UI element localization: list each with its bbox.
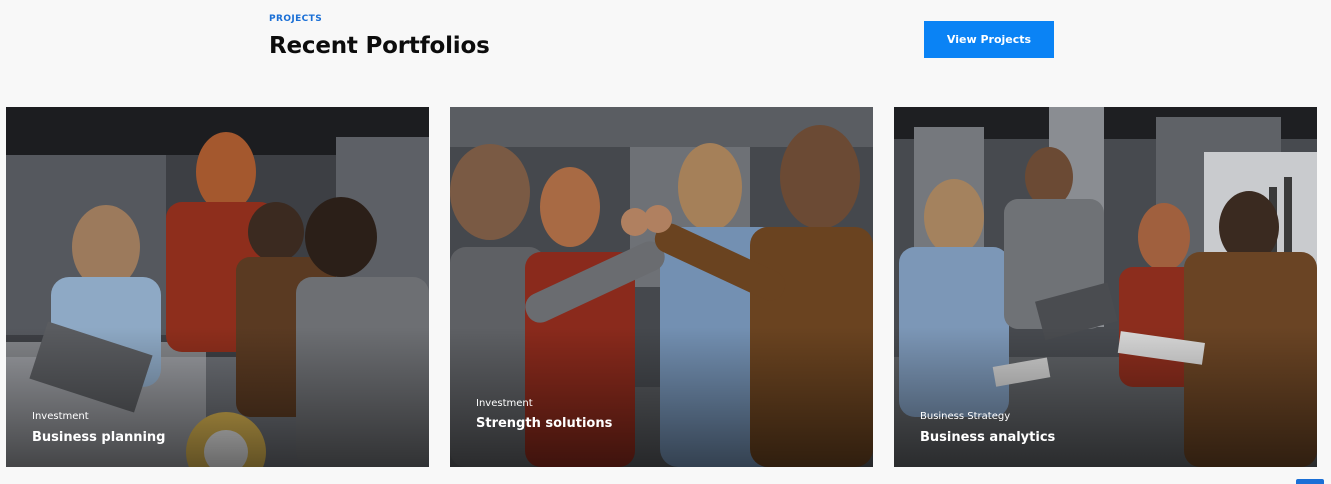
scroll-to-top-button[interactable]: [1296, 479, 1324, 484]
portfolio-card-business-analytics[interactable]: Business Strategy Business analytics: [894, 107, 1317, 467]
portfolio-category: Investment: [32, 411, 89, 422]
card-overlay: [894, 327, 1317, 467]
portfolio-card-business-planning[interactable]: Investment Business planning: [6, 107, 429, 467]
portfolio-section: PROJECTS Recent Portfolios View Projects…: [0, 0, 1331, 484]
card-overlay: [6, 327, 429, 467]
portfolio-category: Business Strategy: [920, 411, 1011, 422]
portfolio-title[interactable]: Strength solutions: [476, 416, 612, 431]
portfolio-title[interactable]: Business planning: [32, 430, 166, 445]
section-title: Recent Portfolios: [269, 33, 490, 59]
portfolio-card-strength-solutions[interactable]: Investment Strength solutions: [450, 107, 873, 467]
portfolio-title[interactable]: Business analytics: [920, 430, 1055, 445]
view-projects-button[interactable]: View Projects: [924, 21, 1054, 58]
section-eyebrow: PROJECTS: [269, 14, 323, 24]
portfolio-category: Investment: [476, 398, 533, 409]
card-overlay: [450, 327, 873, 467]
